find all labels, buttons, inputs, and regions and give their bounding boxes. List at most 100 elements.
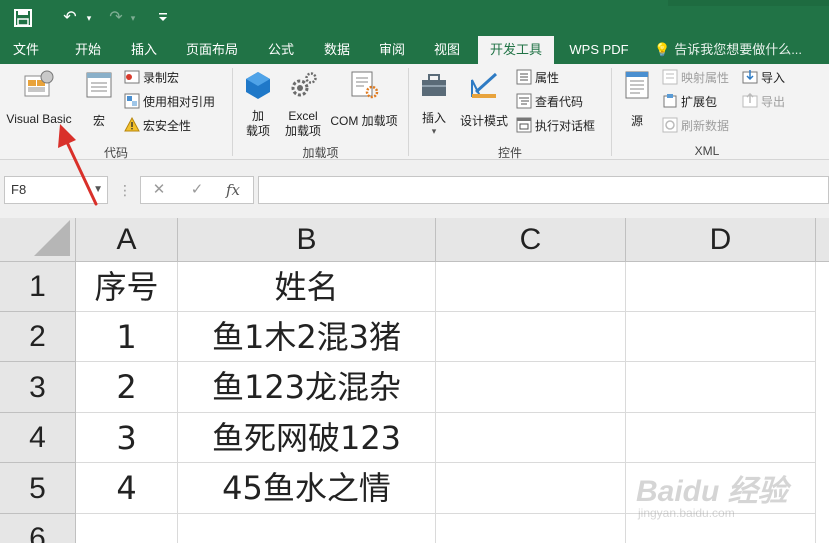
record-macro-icon bbox=[124, 69, 140, 85]
ribbon-tabs: 文件 开始 插入 页面布局 公式 数据 审阅 视图 开发工具 WPS PDF 💡… bbox=[0, 36, 829, 64]
com-addins-label: COM 加载项 bbox=[330, 114, 398, 128]
export-icon bbox=[742, 92, 758, 109]
formula-input[interactable] bbox=[258, 176, 829, 204]
cell-d3[interactable] bbox=[626, 362, 816, 413]
tell-me-text: 告诉我您想要做什么... bbox=[674, 42, 803, 57]
cell-c2[interactable] bbox=[436, 312, 626, 362]
column-header-a[interactable]: A bbox=[76, 218, 178, 262]
cell-c3[interactable] bbox=[436, 362, 626, 413]
cell-d2[interactable] bbox=[626, 312, 816, 362]
cell-b3[interactable]: 鱼123龙混杂 bbox=[178, 362, 436, 413]
select-all-triangle bbox=[34, 220, 70, 256]
properties-label: 属性 bbox=[535, 71, 560, 85]
refresh-data-button[interactable]: 刷新数据 bbox=[662, 116, 729, 136]
expansion-packs-button[interactable]: 扩展包 bbox=[662, 92, 717, 112]
cell-a6[interactable] bbox=[76, 514, 178, 543]
cell-a5[interactable]: 4 bbox=[76, 463, 178, 514]
cell-c1[interactable] bbox=[436, 262, 626, 312]
expansion-packs-icon bbox=[662, 93, 678, 109]
map-properties-button[interactable]: 映射属性 bbox=[662, 68, 729, 88]
column-header-e[interactable] bbox=[816, 218, 829, 262]
lightbulb-icon: 💡 bbox=[654, 42, 671, 57]
cell-b5[interactable]: 45鱼水之情 bbox=[178, 463, 436, 514]
export-button[interactable]: 导出 bbox=[742, 92, 785, 112]
insert-control-button[interactable]: 插入 ▾ bbox=[414, 70, 454, 136]
properties-button[interactable]: 属性 bbox=[516, 68, 559, 88]
refresh-data-label: 刷新数据 bbox=[681, 119, 730, 133]
resize-handle-icon[interactable]: ⋮ bbox=[118, 176, 132, 204]
view-code-button[interactable]: 查看代码 bbox=[516, 92, 583, 112]
redo-dropdown-icon[interactable]: ▾ bbox=[128, 6, 138, 30]
tab-page-layout[interactable]: 页面布局 bbox=[174, 36, 250, 64]
com-addins-button[interactable]: COM 加载项 bbox=[326, 70, 402, 129]
run-dialog-button[interactable]: 执行对话框 bbox=[516, 116, 595, 136]
tell-me-search[interactable]: 💡 告诉我您想要做什么... bbox=[654, 36, 802, 64]
group-separator bbox=[232, 68, 233, 156]
addins-button[interactable]: 加 载项 bbox=[240, 70, 276, 139]
cell-b4[interactable]: 鱼死网破123 bbox=[178, 413, 436, 463]
select-all-button[interactable] bbox=[0, 218, 76, 262]
import-button[interactable]: 导入 bbox=[742, 68, 785, 88]
relative-refs-button[interactable]: 使用相对引用 bbox=[124, 92, 215, 112]
tab-home[interactable]: 开始 bbox=[60, 36, 116, 64]
cell-c5[interactable] bbox=[436, 463, 626, 514]
addins-group-label: 加载项 bbox=[302, 146, 339, 160]
cell-c6[interactable] bbox=[436, 514, 626, 543]
tab-insert[interactable]: 插入 bbox=[116, 36, 172, 64]
cancel-icon[interactable]: ✕ bbox=[147, 177, 171, 203]
addins-icon bbox=[246, 72, 270, 99]
cell-b1[interactable]: 姓名 bbox=[178, 262, 436, 312]
visual-basic-button[interactable]: Visual Basic bbox=[2, 70, 76, 126]
formula-controls: ✕ ✓ fx bbox=[140, 176, 254, 204]
addins-label: 加 载项 bbox=[245, 109, 270, 138]
properties-icon bbox=[516, 69, 532, 85]
enter-icon[interactable]: ✓ bbox=[185, 177, 209, 203]
redo-icon[interactable]: ↷ bbox=[106, 6, 126, 30]
undo-icon[interactable]: ↶ bbox=[60, 6, 80, 30]
record-macro-button[interactable]: 录制宏 bbox=[124, 68, 179, 88]
tab-developer[interactable]: 开发工具 bbox=[478, 36, 554, 64]
cell-b2[interactable]: 鱼1木2混3猪 bbox=[178, 312, 436, 362]
tab-data[interactable]: 数据 bbox=[312, 36, 362, 64]
view-code-label: 查看代码 bbox=[535, 95, 584, 109]
tab-wps-pdf[interactable]: WPS PDF bbox=[560, 36, 638, 64]
cell-a2[interactable]: 1 bbox=[76, 312, 178, 362]
name-box[interactable]: F8 ▼ bbox=[4, 176, 108, 204]
row-header-3[interactable]: 3 bbox=[0, 362, 76, 413]
code-group-label: 代码 bbox=[103, 146, 128, 160]
column-header-c[interactable]: C bbox=[436, 218, 626, 262]
insert-function-icon[interactable]: fx bbox=[221, 177, 245, 203]
refresh-data-icon bbox=[662, 117, 678, 133]
cell-d4[interactable] bbox=[626, 413, 816, 463]
cell-b6[interactable] bbox=[178, 514, 436, 543]
column-header-b[interactable]: B bbox=[178, 218, 436, 262]
visual-basic-icon bbox=[24, 70, 54, 97]
save-icon[interactable] bbox=[12, 6, 34, 30]
row-header-5[interactable]: 5 bbox=[0, 463, 76, 514]
relative-refs-label: 使用相对引用 bbox=[143, 95, 216, 109]
macros-button[interactable]: 宏 bbox=[80, 70, 118, 129]
macro-security-button[interactable]: 宏安全性 bbox=[124, 116, 191, 136]
design-mode-button[interactable]: 设计模式 bbox=[456, 70, 512, 129]
tab-review[interactable]: 审阅 bbox=[368, 36, 416, 64]
quick-access-toolbar: ↶ ▾ ↷ ▾ bbox=[0, 0, 829, 36]
cell-d1[interactable] bbox=[626, 262, 816, 312]
cell-c4[interactable] bbox=[436, 413, 626, 463]
row-header-2[interactable]: 2 bbox=[0, 312, 76, 362]
cell-a3[interactable]: 2 bbox=[76, 362, 178, 413]
tab-file[interactable]: 文件 bbox=[2, 36, 50, 64]
cell-a1[interactable]: 序号 bbox=[76, 262, 178, 312]
row-header-1[interactable]: 1 bbox=[0, 262, 76, 312]
chevron-down-icon[interactable]: ▼ bbox=[93, 177, 103, 203]
cell-a4[interactable]: 3 bbox=[76, 413, 178, 463]
tab-formulas[interactable]: 公式 bbox=[256, 36, 306, 64]
excel-addins-label-2: 加载项 bbox=[284, 124, 321, 138]
row-header-6[interactable]: 6 bbox=[0, 514, 76, 543]
xml-source-button[interactable]: 源 bbox=[618, 70, 656, 129]
excel-addins-button[interactable]: Excel 加载项 bbox=[280, 70, 326, 139]
undo-dropdown-icon[interactable]: ▾ bbox=[84, 6, 94, 30]
tab-view[interactable]: 视图 bbox=[422, 36, 472, 64]
column-header-d[interactable]: D bbox=[626, 218, 816, 262]
row-header-4[interactable]: 4 bbox=[0, 413, 76, 463]
customize-icon[interactable] bbox=[156, 6, 170, 30]
